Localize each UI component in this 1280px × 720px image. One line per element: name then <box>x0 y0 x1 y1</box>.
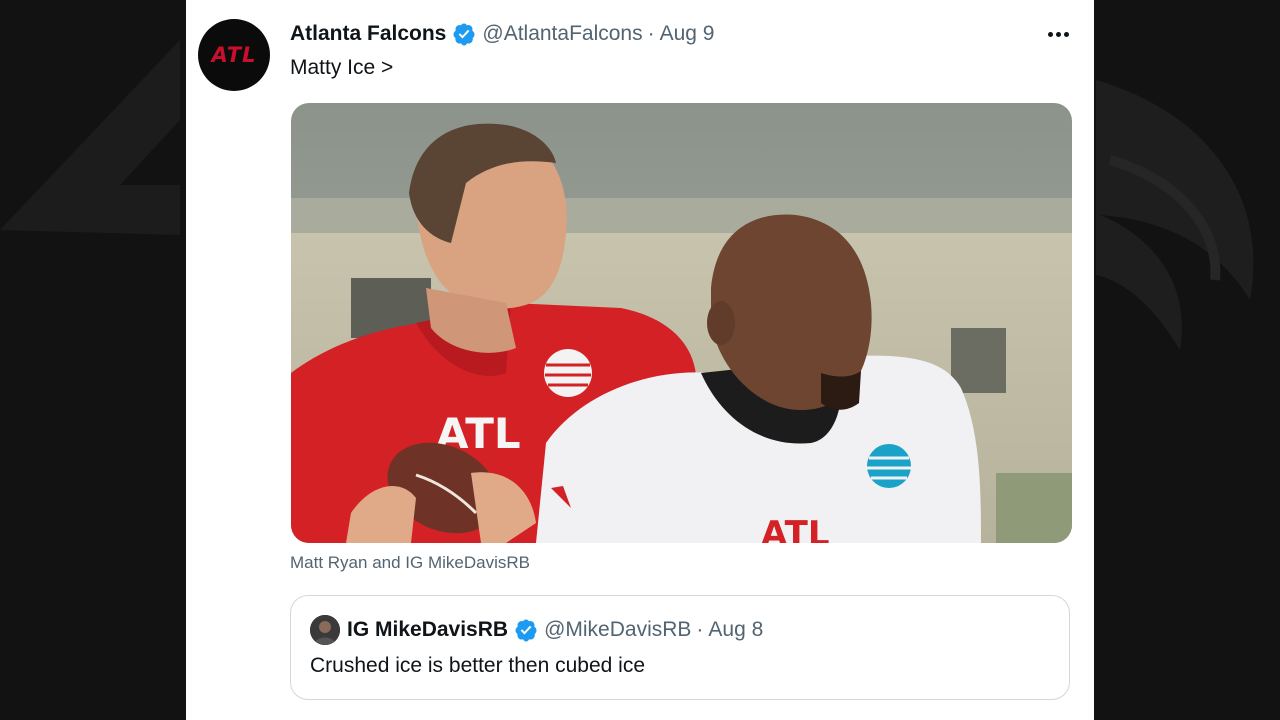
quoted-tweet-text: Crushed ice is better then cubed ice <box>310 654 646 677</box>
tweet-photo[interactable]: ATL ATL <box>291 103 1072 543</box>
more-options-icon[interactable] <box>1044 22 1072 46</box>
verified-badge-icon <box>515 619 537 642</box>
quoted-avatar-image <box>310 615 340 645</box>
quoted-author-handle[interactable]: @MikeDavisRB <box>544 618 691 642</box>
tweet-date[interactable]: Aug 9 <box>660 22 715 46</box>
quoted-tweet-header: IG MikeDavisRB @MikeDavisRB · Aug 8 <box>347 616 763 644</box>
tweet-text: Matty Ice > <box>290 56 394 79</box>
author-avatar[interactable]: ATL <box>198 19 270 91</box>
tweet-header: Atlanta Falcons @AtlantaFalcons · Aug 9 <box>290 20 1034 48</box>
atl-logo-text: ATL <box>211 43 257 67</box>
tweet-card[interactable]: ATL Atlanta Falcons @AtlantaFalcons · Au… <box>186 0 1094 720</box>
separator-dot: · <box>696 618 704 641</box>
quoted-tweet[interactable]: IG MikeDavisRB @MikeDavisRB · Aug 8 Crus… <box>290 595 1070 700</box>
quoted-tweet-date[interactable]: Aug 8 <box>708 618 763 642</box>
author-handle[interactable]: @AtlantaFalcons <box>482 22 642 46</box>
quoted-author-name[interactable]: IG MikeDavisRB <box>347 618 508 642</box>
photo-illustration: ATL ATL <box>291 103 1072 543</box>
quoted-author-avatar[interactable] <box>310 615 340 645</box>
verified-badge-icon <box>453 23 475 46</box>
media-caption: Matt Ryan and IG MikeDavisRB <box>290 553 530 572</box>
author-name[interactable]: Atlanta Falcons <box>290 22 446 46</box>
separator-dot: · <box>647 22 655 45</box>
white-jersey-text: ATL <box>761 514 830 543</box>
